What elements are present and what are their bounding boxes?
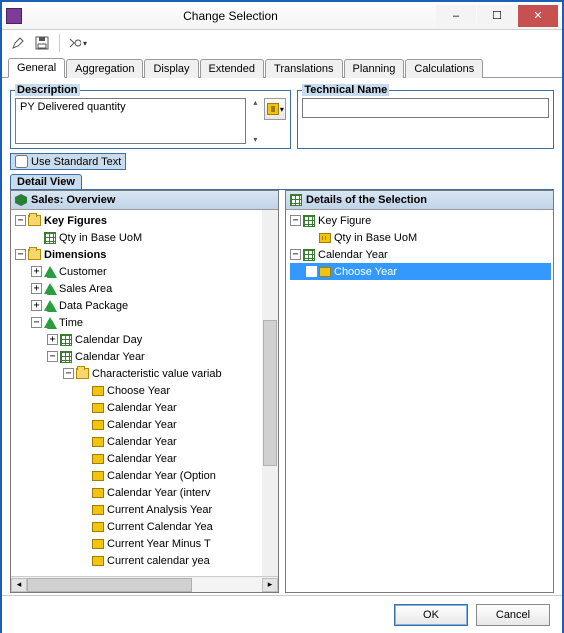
variable-icon — [92, 522, 104, 532]
keyfigure-icon — [44, 232, 56, 244]
folder-icon — [76, 368, 89, 379]
var-item[interactable]: Calendar Year — [107, 402, 177, 414]
sel-calyear[interactable]: Calendar Year — [318, 249, 388, 261]
edit-icon[interactable] — [8, 33, 28, 53]
char-icon — [303, 249, 315, 261]
techname-input[interactable] — [302, 98, 549, 118]
sel-choose-year[interactable]: Choose Year — [334, 266, 397, 278]
variable-icon — [92, 454, 104, 464]
sel-keyfigure[interactable]: Key Figure — [318, 215, 371, 227]
variable-icon — [92, 386, 104, 396]
selection-icon — [290, 194, 302, 206]
techname-legend: Technical Name — [302, 84, 389, 96]
tab-extended[interactable]: Extended — [200, 59, 264, 78]
dimensions-folder[interactable]: Dimensions — [44, 249, 106, 261]
variable-icon — [92, 505, 104, 515]
tab-general[interactable]: General — [8, 58, 65, 78]
detail-view-tab: Detail View — [10, 174, 82, 189]
title-bar: Change Selection – ☐ ✕ — [2, 2, 562, 30]
left-panel-title: Sales: Overview — [31, 194, 115, 206]
description-input[interactable]: PY Delivered quantity — [15, 98, 246, 144]
tab-display[interactable]: Display — [144, 59, 198, 78]
right-panel-title: Details of the Selection — [306, 194, 427, 206]
description-picker[interactable] — [264, 98, 286, 120]
dim-time[interactable]: Time — [59, 317, 83, 329]
description-group: Description PY Delivered quantity ▴▾ — [10, 84, 291, 149]
close-button[interactable]: ✕ — [518, 5, 558, 27]
char-calday[interactable]: Calendar Day — [75, 334, 142, 346]
infoprovider-tree[interactable]: −Key Figures Qty in Base UoM −Dimensions… — [11, 210, 278, 576]
cube-icon — [15, 194, 27, 206]
variable-icon — [319, 267, 331, 277]
var-item[interactable]: Calendar Year (Option — [107, 470, 216, 482]
dialog-footer: OK Cancel — [2, 595, 562, 633]
selection-panel: Details of the Selection −Key Figure Qty… — [285, 190, 554, 593]
var-item[interactable]: Calendar Year (interv — [107, 487, 210, 499]
var-item[interactable]: Current Calendar Yea — [107, 521, 213, 533]
tools-dropdown[interactable] — [67, 33, 87, 53]
var-item[interactable]: Calendar Year — [107, 436, 177, 448]
dimension-icon — [44, 266, 56, 277]
infoprovider-panel: Sales: Overview −Key Figures Qty in Base… — [10, 190, 279, 593]
dimension-icon — [44, 300, 56, 311]
maximize-button[interactable]: ☐ — [477, 5, 517, 27]
tab-strip: General Aggregation Display Extended Tra… — [2, 56, 562, 78]
folder-icon — [28, 215, 41, 226]
variable-icon — [92, 471, 104, 481]
tab-calculations[interactable]: Calculations — [405, 59, 483, 78]
var-item[interactable]: Calendar Year — [107, 453, 177, 465]
dim-salesarea[interactable]: Sales Area — [59, 283, 112, 295]
variable-icon — [92, 539, 104, 549]
use-standard-label: Use Standard Text — [31, 156, 121, 168]
sel-kf-qty[interactable]: Qty in Base UoM — [334, 232, 417, 244]
use-standard-row: Use Standard Text — [10, 153, 554, 170]
minimize-button[interactable]: – — [436, 5, 476, 27]
toolbar — [2, 30, 562, 56]
dim-datapackage[interactable]: Data Package — [59, 300, 128, 312]
cancel-button[interactable]: Cancel — [476, 604, 550, 626]
tab-aggregation[interactable]: Aggregation — [66, 59, 143, 78]
selection-tree[interactable]: −Key Figure Qty in Base UoM −Calendar Ye… — [286, 210, 553, 592]
keyfigure-icon — [303, 215, 315, 227]
tab-translations[interactable]: Translations — [265, 59, 343, 78]
dimension-icon — [44, 317, 56, 328]
left-vscroll[interactable] — [262, 210, 278, 576]
var-item[interactable]: Current Year Minus T — [107, 538, 211, 550]
kf-qty[interactable]: Qty in Base UoM — [59, 232, 142, 244]
var-item[interactable]: Calendar Year — [107, 419, 177, 431]
var-item[interactable]: Current calendar yea — [107, 555, 210, 567]
char-calyear[interactable]: Calendar Year — [75, 351, 145, 363]
use-standard-checkbox[interactable] — [15, 155, 28, 168]
dim-customer[interactable]: Customer — [59, 266, 107, 278]
save-icon[interactable] — [32, 33, 52, 53]
description-legend: Description — [15, 84, 80, 96]
variable-icon — [92, 556, 104, 566]
variable-icon — [92, 488, 104, 498]
ok-button[interactable]: OK — [394, 604, 468, 626]
tab-planning[interactable]: Planning — [344, 59, 405, 78]
left-hscroll[interactable]: ◂▸ — [11, 576, 278, 592]
variable-icon — [92, 420, 104, 430]
char-icon — [60, 334, 72, 346]
variable-icon — [92, 437, 104, 447]
folder-icon — [28, 249, 41, 260]
window-title: Change Selection — [26, 9, 435, 23]
char-icon — [60, 351, 72, 363]
key-figures-folder[interactable]: Key Figures — [44, 215, 107, 227]
app-icon — [6, 8, 22, 24]
var-choose-year[interactable]: Choose Year — [107, 385, 170, 397]
desc-scroll[interactable]: ▴▾ — [248, 98, 262, 144]
dimension-icon — [44, 283, 56, 294]
var-item[interactable]: Current Analysis Year — [107, 504, 212, 516]
toolbar-separator — [59, 34, 60, 52]
char-var-folder[interactable]: Characteristic value variab — [92, 368, 222, 380]
kf-item-icon — [319, 233, 331, 243]
techname-group: Technical Name — [297, 84, 554, 149]
variable-icon — [92, 403, 104, 413]
